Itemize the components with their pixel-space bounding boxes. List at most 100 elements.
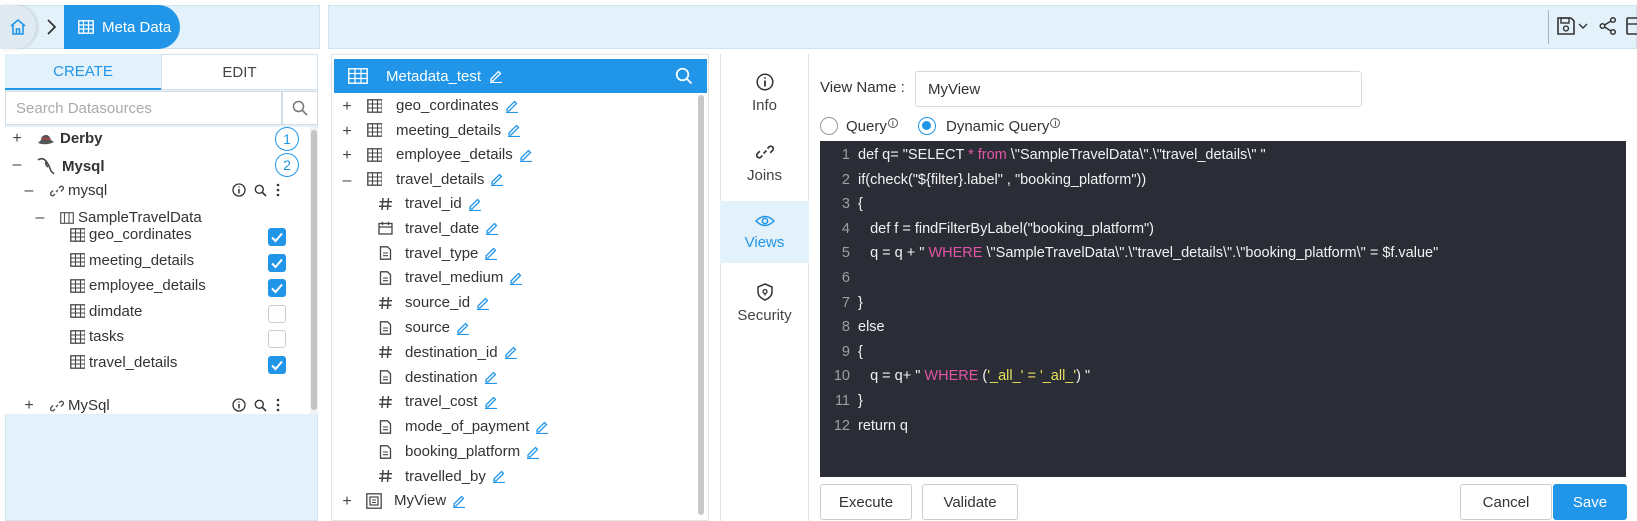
metadata-table-item[interactable]: geo_cordinates — [367, 97, 520, 114]
edit-pencil-icon[interactable] — [526, 445, 541, 459]
edit-pencil-icon[interactable] — [505, 99, 520, 113]
datasource-search-button[interactable] — [282, 91, 318, 125]
view-name-input[interactable] — [915, 71, 1362, 107]
share-icon[interactable] — [1598, 16, 1618, 36]
edit-pencil-icon[interactable] — [519, 148, 534, 162]
execute-button[interactable]: Execute — [820, 484, 912, 520]
metadata-column-item[interactable]: travel_type — [378, 245, 499, 262]
metadata-column-item[interactable]: travel_id — [378, 195, 483, 212]
tree-item-schema[interactable]: SampleTravelData — [60, 209, 202, 226]
metadata-table-item[interactable]: employee_details — [367, 146, 534, 163]
metadata-header: Metadata_test — [334, 59, 707, 93]
metadata-column-item[interactable]: destination_id — [378, 344, 519, 361]
metadata-table-toggle[interactable]: + — [340, 99, 354, 115]
metadata-column-item[interactable]: booking_platform — [378, 443, 541, 460]
info-icon[interactable] — [232, 183, 246, 197]
topbar-right — [328, 5, 1637, 49]
tree-scrollbar-thumb[interactable] — [311, 130, 317, 410]
code-token: * from — [968, 147, 1007, 163]
edit-pencil-icon[interactable] — [489, 69, 503, 83]
layout-icon[interactable] — [1626, 16, 1637, 36]
dynamic-query-radio[interactable] — [918, 117, 936, 135]
edit-pencil-icon[interactable] — [535, 420, 550, 434]
info-icon: i — [1050, 118, 1061, 128]
metadata-column-label: source — [405, 319, 451, 336]
edit-pencil-icon[interactable] — [456, 321, 471, 335]
table-checkbox[interactable] — [268, 304, 286, 323]
tab-edit[interactable]: EDIT — [161, 54, 318, 90]
more-vertical-icon[interactable] — [275, 183, 281, 197]
table-checkbox[interactable] — [268, 355, 286, 374]
edit-pencil-icon[interactable] — [504, 345, 519, 360]
info-icon: i — [887, 118, 898, 128]
tree-item-mysql[interactable]: Mysql — [36, 156, 105, 176]
search-icon[interactable] — [675, 67, 693, 85]
metadata-table-toggle[interactable]: + — [340, 123, 354, 140]
query-radio[interactable] — [820, 117, 838, 135]
expand-view-toggle[interactable]: + — [340, 494, 354, 510]
metadata-column-item[interactable]: destination — [378, 369, 499, 386]
metadata-column-item[interactable]: source — [378, 319, 471, 336]
metadata-column-item[interactable]: travel_cost — [378, 393, 499, 410]
metadata-column-item[interactable]: mode_of_payment — [378, 418, 550, 435]
validate-button[interactable]: Validate — [922, 484, 1018, 520]
search-icon[interactable] — [254, 399, 267, 412]
datasource-search-input[interactable] — [5, 91, 282, 125]
left-table-item[interactable]: dimdate — [70, 303, 142, 320]
breadcrumb-meta-data[interactable]: Meta Data — [64, 5, 180, 49]
tree-item-connection[interactable]: mysql — [50, 182, 107, 199]
collapse-mysql-toggle[interactable]: – — [10, 157, 24, 173]
menu-security[interactable]: Security — [720, 272, 809, 334]
code-token: q = q+ " — [858, 368, 925, 385]
metadata-table-toggle[interactable]: + — [340, 148, 354, 164]
menu-joins[interactable]: Joins — [720, 132, 809, 194]
table-checkbox[interactable] — [268, 253, 286, 272]
edit-pencil-icon[interactable] — [476, 296, 491, 310]
save-dropdown-button[interactable] — [1556, 16, 1588, 36]
metadata-column-item[interactable]: travel_medium — [378, 269, 524, 286]
metadata-table-toggle[interactable]: – — [340, 172, 354, 189]
left-table-item[interactable]: employee_details — [70, 277, 206, 294]
metadata-column-item[interactable]: source_id — [378, 294, 491, 311]
left-table-item[interactable]: geo_cordinates — [70, 226, 192, 243]
more-vertical-icon[interactable] — [275, 398, 281, 412]
edit-pencil-icon[interactable] — [468, 197, 483, 211]
metadata-table-item[interactable]: travel_details — [367, 171, 505, 188]
table-checkbox[interactable] — [268, 279, 286, 297]
menu-info[interactable]: Info — [720, 62, 809, 124]
edit-pencil-icon[interactable] — [490, 172, 505, 186]
edit-pencil-icon[interactable] — [452, 494, 466, 508]
tab-create[interactable]: CREATE — [5, 54, 161, 90]
cancel-button[interactable]: Cancel — [1460, 484, 1552, 520]
info-icon[interactable] — [232, 398, 246, 412]
expand-second-connection-toggle[interactable]: + — [22, 398, 36, 414]
edit-pencil-icon[interactable] — [507, 123, 522, 137]
edit-pencil-icon[interactable] — [509, 271, 524, 285]
tree-item-second-connection[interactable]: MySql — [50, 397, 110, 414]
edit-pencil-icon[interactable] — [484, 246, 499, 261]
search-icon[interactable] — [254, 184, 267, 197]
edit-pencil-icon[interactable] — [485, 221, 500, 236]
table-checkbox[interactable] — [268, 228, 286, 246]
left-table-item[interactable]: travel_details — [70, 354, 177, 371]
metadata-scrollbar[interactable] — [698, 95, 704, 515]
metadata-view-item[interactable]: MyView — [366, 492, 466, 509]
metadata-column-item[interactable]: travelled_by — [378, 468, 507, 485]
derby-count-badge: 1 — [275, 127, 299, 151]
save-button[interactable]: Save — [1553, 484, 1627, 520]
menu-views[interactable]: Views — [720, 201, 809, 263]
table-checkbox[interactable] — [268, 330, 286, 348]
metadata-column-label: travel_date — [405, 219, 480, 237]
left-table-item[interactable]: tasks — [70, 328, 124, 345]
metadata-table-item[interactable]: meeting_details — [367, 122, 522, 139]
edit-pencil-icon[interactable] — [492, 469, 507, 484]
left-table-item[interactable]: meeting_details — [70, 252, 194, 269]
metadata-column-item[interactable]: travel_date — [378, 220, 500, 237]
expand-derby-toggle[interactable]: + — [10, 131, 24, 147]
edit-pencil-icon[interactable] — [484, 395, 499, 409]
collapse-connection-toggle[interactable]: – — [22, 183, 36, 199]
edit-pencil-icon[interactable] — [484, 370, 499, 385]
collapse-schema-toggle[interactable]: – — [33, 210, 47, 226]
tree-item-derby[interactable]: Derby — [36, 130, 103, 147]
code-token: if(check("${filter}.label" , "booking_pl… — [858, 171, 1147, 188]
